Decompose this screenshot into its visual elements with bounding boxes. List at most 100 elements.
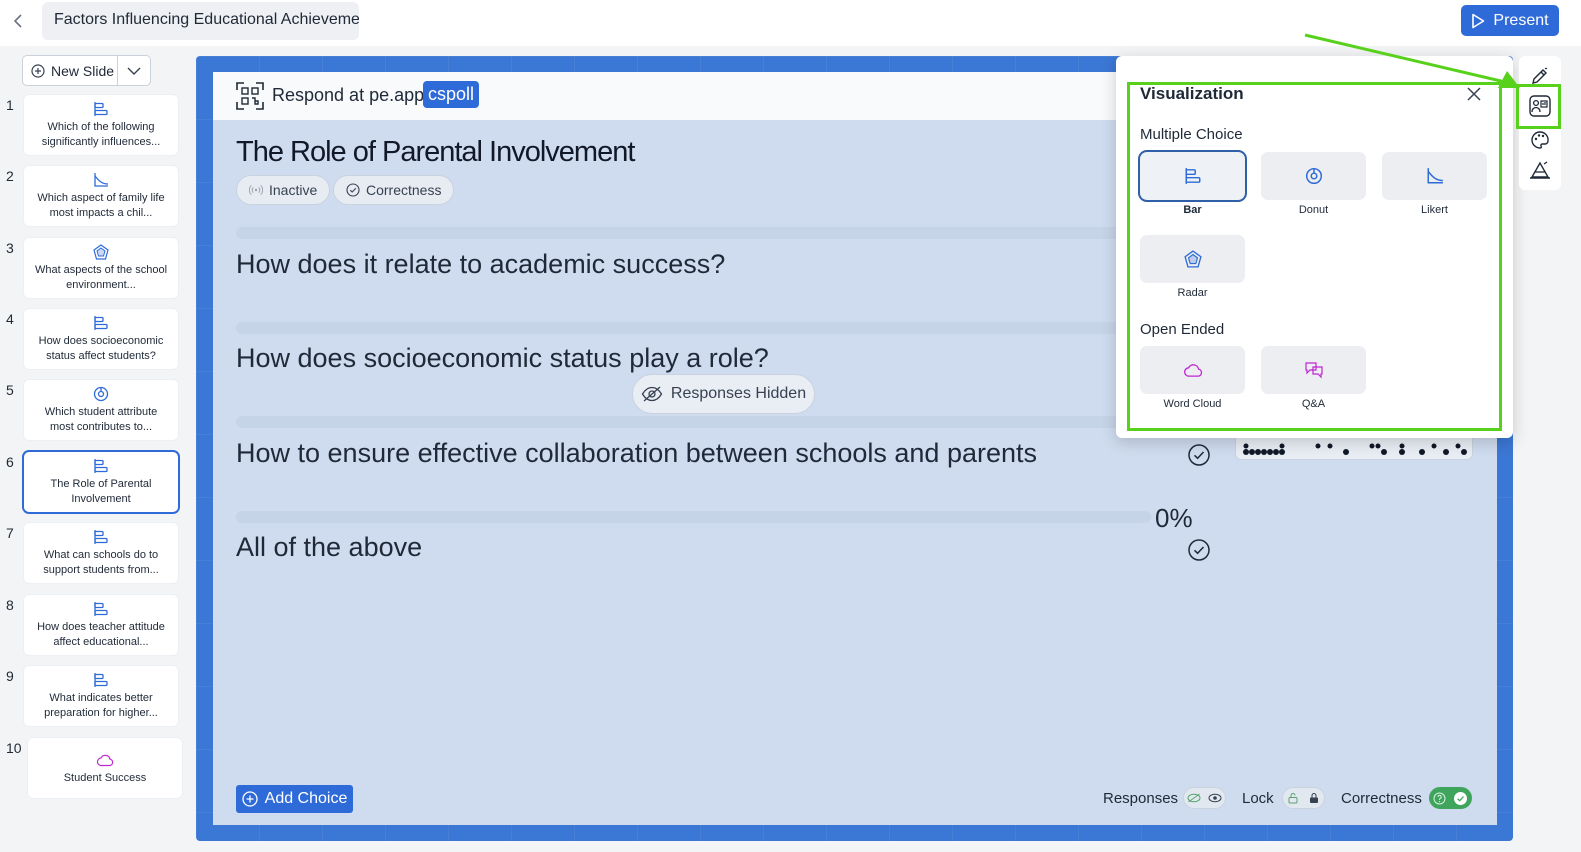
choice-result-bar: [236, 227, 1151, 239]
slide-thumbnail-title: What can schools do to support students …: [43, 549, 159, 576]
bar-chart-icon: [93, 457, 109, 475]
correctness-chip[interactable]: Correctness: [333, 175, 455, 205]
choice-text[interactable]: How does it relate to academic success?: [236, 249, 725, 280]
close-icon[interactable]: [1465, 85, 1483, 103]
correct-answer-check-icon[interactable]: [1187, 443, 1211, 467]
correct-answer-check-icon[interactable]: [1187, 538, 1211, 562]
status-chip[interactable]: Inactive: [236, 175, 331, 205]
lock-toggle[interactable]: [1282, 787, 1325, 809]
responses-toggle[interactable]: [1183, 787, 1226, 809]
status-chip-label: Inactive: [269, 182, 318, 198]
donut-icon: [1305, 167, 1322, 185]
eye-icon: [1208, 793, 1222, 803]
slide-thumbnail[interactable]: What indicates better preparation for hi…: [24, 666, 178, 726]
slide-number: 1: [6, 97, 14, 113]
palette-icon[interactable]: [1528, 128, 1552, 152]
visualization-icon[interactable]: [1528, 94, 1552, 118]
lock-toggle-label: Lock: [1242, 790, 1274, 807]
slide-thumbnail-title: What aspects of the school environment..…: [34, 264, 168, 291]
multiple-choice-heading: Multiple Choice: [1140, 126, 1243, 143]
viz-word-cloud-label: Word Cloud: [1163, 398, 1222, 410]
word-cloud-icon: [96, 751, 114, 769]
slide-thumbnail[interactable]: How does teacher attitude affect educati…: [24, 595, 178, 655]
open-ended-heading: Open Ended: [1140, 321, 1225, 338]
qa-chat-icon: [1304, 362, 1323, 379]
bar-chart-icon: [93, 600, 109, 618]
chevron-down-icon[interactable]: [118, 56, 150, 85]
radar-icon: [1183, 250, 1202, 268]
slide-number: 4: [6, 311, 14, 327]
presenter-settings-icon[interactable]: [1528, 158, 1552, 182]
slide-number: 10: [6, 740, 22, 756]
viz-word-cloud-option[interactable]: [1140, 346, 1245, 394]
play-icon: [1472, 13, 1485, 28]
slide-thumbnail-title: How does socioeconomic status affect stu…: [38, 335, 164, 362]
slide-thumbnail[interactable]: What aspects of the school environment..…: [24, 238, 178, 298]
new-slide-button[interactable]: New Slide: [23, 56, 118, 85]
viz-qa-option[interactable]: [1261, 346, 1366, 394]
slide-thumbnail-title: What indicates better preparation for hi…: [44, 692, 158, 719]
top-bar: Factors Influencing Educational Achievem…: [0, 0, 1581, 46]
viz-radar-option[interactable]: [1140, 235, 1245, 283]
likert-icon: [1427, 168, 1443, 184]
add-choice-button[interactable]: Add Choice: [236, 785, 353, 813]
viz-bar-option[interactable]: [1140, 152, 1245, 200]
choice-text[interactable]: How does socioeconomic status play a rol…: [236, 343, 769, 374]
slide-thumbnail-title: Which of the following significantly inf…: [41, 121, 161, 148]
slide-thumbnail[interactable]: What can schools do to support students …: [24, 523, 178, 583]
viz-likert-option[interactable]: [1382, 152, 1487, 200]
slide-number: 9: [6, 668, 14, 684]
slide-thumbnail[interactable]: How does socioeconomic status affect stu…: [24, 309, 178, 369]
check-circle-icon: [346, 183, 360, 197]
question-circle-icon: [1433, 792, 1446, 804]
slide-thumbnail-active[interactable]: The Role of Parental Involvement: [24, 452, 178, 512]
bar-chart-icon: [93, 528, 109, 546]
broadcast-icon: [249, 184, 263, 196]
choice-text[interactable]: How to ensure effective collaboration be…: [236, 438, 1037, 469]
correctness-toggle-label: Correctness: [1341, 790, 1422, 807]
presentation-title-field[interactable]: Factors Influencing Educational Achievem…: [42, 2, 359, 40]
word-cloud-icon: [1183, 364, 1202, 377]
choice-text[interactable]: All of the above: [236, 532, 422, 563]
slide-thumbnail-title: Which student attribute most contributes…: [44, 406, 158, 433]
unlock-icon: [1288, 793, 1298, 804]
slide-number: 8: [6, 597, 14, 613]
responses-toggle-label: Responses: [1103, 790, 1179, 807]
visualization-popover: Visualization Multiple Choice Bar Donut …: [1116, 56, 1513, 438]
responses-hidden-badge[interactable]: Responses Hidden: [632, 374, 815, 414]
plus-circle-icon: [31, 63, 45, 78]
qr-code-icon[interactable]: [235, 81, 265, 111]
new-slide-split-button: New Slide: [22, 55, 151, 86]
slide-number: 6: [6, 454, 14, 470]
edit-pen-icon[interactable]: [1528, 64, 1552, 88]
eye-off-icon: [641, 386, 663, 402]
likert-icon: [93, 171, 109, 189]
slide-thumbnail[interactable]: Which of the following significantly inf…: [24, 95, 178, 155]
back-icon[interactable]: [8, 10, 28, 32]
respond-at-label: Respond at pe.app/: [272, 85, 430, 105]
slide-number: 7: [6, 525, 14, 541]
slide-number: 5: [6, 382, 14, 398]
bar-chart-icon: [1185, 168, 1200, 184]
slide-thumbnail-title: The Role of Parental Involvement: [50, 478, 152, 505]
choice-result-bar: [236, 416, 1151, 428]
bar-chart-icon: [93, 100, 109, 118]
slide-number: 3: [6, 240, 14, 256]
slide-thumbnail[interactable]: Which student attribute most contributes…: [24, 380, 178, 440]
slide-thumbnail[interactable]: Student Success: [28, 738, 182, 798]
choice-percentage: 0%: [1155, 503, 1193, 533]
lock-icon: [1309, 793, 1318, 803]
correctness-toggle[interactable]: [1429, 787, 1472, 809]
slide-thumbnail-title: Student Success: [63, 771, 147, 784]
visualization-title: Visualization: [1140, 84, 1244, 103]
correctness-chip-label: Correctness: [366, 182, 442, 198]
present-label: Present: [1493, 11, 1549, 29]
slide-title[interactable]: The Role of Parental Involvement: [236, 136, 635, 169]
viz-donut-option[interactable]: [1261, 152, 1366, 200]
poll-code-badge[interactable]: cspoll: [423, 81, 480, 108]
viz-qa-label: Q&A: [1301, 398, 1326, 410]
present-button[interactable]: Present: [1461, 5, 1559, 36]
donut-icon: [93, 385, 109, 403]
slide-thumbnail[interactable]: Which aspect of family life most impacts…: [24, 166, 178, 226]
viz-donut-label: Donut: [1298, 204, 1329, 216]
